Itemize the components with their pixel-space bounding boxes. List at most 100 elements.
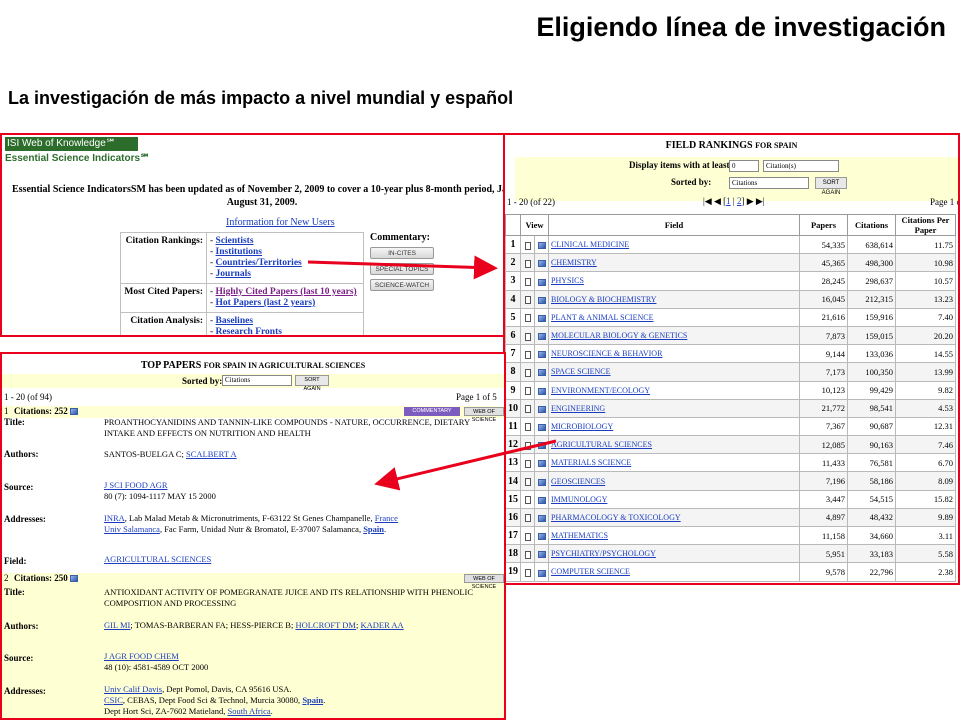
chart-icon[interactable]	[534, 271, 549, 291]
author-link[interactable]: GIL MI	[104, 620, 130, 630]
paper-1-commentary-button[interactable]: COMMENTARY	[404, 407, 460, 416]
journal-link[interactable]: J SCI FOOD AGR	[104, 480, 168, 490]
country-link[interactable]: Spain	[363, 524, 384, 534]
paper-1-wos-button[interactable]: WEB OF SCIENCE	[464, 407, 504, 423]
chart-icon[interactable]	[534, 453, 549, 473]
document-icon[interactable]	[520, 525, 535, 546]
paper-2-wos-button[interactable]: WEB OF SCIENCE	[464, 574, 504, 590]
chart-icon[interactable]	[534, 562, 549, 582]
document-icon[interactable]	[520, 453, 535, 473]
document-icon[interactable]	[520, 253, 535, 273]
document-icon[interactable]	[520, 398, 535, 418]
document-icon[interactable]	[520, 507, 535, 528]
chart-icon[interactable]	[534, 344, 549, 364]
field-link[interactable]: PHARMACOLOGY & TOXICOLOGY	[548, 507, 800, 528]
document-icon[interactable]	[520, 562, 535, 582]
next-page-icon[interactable]: ▶ ▶|	[747, 196, 765, 206]
institution-link[interactable]: CSIC	[104, 695, 123, 705]
research-fronts-link[interactable]: Research Fronts	[216, 327, 282, 335]
chart-icon[interactable]	[534, 253, 549, 273]
page-link-1[interactable]: 1	[726, 196, 731, 206]
citation-chart-icon[interactable]	[70, 408, 78, 415]
document-icon[interactable]	[520, 489, 535, 509]
journals-link[interactable]: Journals	[216, 269, 251, 279]
field-link[interactable]: CLINICAL MEDICINE	[548, 234, 800, 255]
field-link[interactable]: ENGINEERING	[548, 398, 800, 418]
chart-icon[interactable]	[534, 435, 549, 455]
document-icon[interactable]	[520, 416, 535, 437]
highly-cited-papers-link[interactable]: Highly Cited Papers (last 10 years)	[216, 287, 357, 297]
page-link-2[interactable]: 2	[737, 196, 742, 206]
min-citations-input[interactable]: 0	[729, 160, 759, 172]
field-link[interactable]: ENVIRONMENT/ECOLOGY	[548, 380, 800, 400]
field-link[interactable]: BIOLOGY & BIOCHEMISTRY	[548, 289, 800, 309]
top-sort-select[interactable]: Citations	[222, 375, 292, 386]
document-icon[interactable]	[520, 289, 535, 309]
chart-icon[interactable]	[534, 307, 549, 327]
country-link[interactable]: South Africa	[227, 706, 270, 716]
rankings-pager: 1 - 20 (of 22) |◀ ◀ [1 | 2] ▶ ▶| Page 1 …	[505, 193, 958, 213]
institutions-link[interactable]: Institutions	[216, 247, 262, 257]
author-link[interactable]: HOLCROFT DM	[295, 620, 356, 630]
scientists-link[interactable]: Scientists	[216, 236, 254, 246]
field-link[interactable]: SPACE SCIENCE	[548, 362, 800, 382]
chart-icon[interactable]	[534, 525, 549, 546]
institution-link[interactable]: Univ Salamanca	[104, 524, 160, 534]
sort-select[interactable]: Citations	[729, 177, 809, 189]
author-link[interactable]: SCALBERT A	[186, 449, 237, 459]
field-link[interactable]: GEOSCIENCES	[548, 471, 800, 491]
field-link[interactable]: COMPUTER SCIENCE	[548, 562, 800, 582]
document-icon[interactable]	[520, 344, 535, 364]
document-icon[interactable]	[520, 234, 535, 255]
chart-icon[interactable]	[534, 380, 549, 400]
field-link[interactable]: PSYCHIATRY/PSYCHOLOGY	[548, 544, 800, 564]
chart-icon[interactable]	[534, 289, 549, 309]
country-link[interactable]: Spain	[302, 695, 323, 705]
field-link[interactable]: CHEMISTRY	[548, 253, 800, 273]
document-icon[interactable]	[520, 380, 535, 400]
special-topics-button[interactable]: SPECIAL TOPICS	[370, 263, 434, 275]
institution-link[interactable]: Univ Calif Davis	[104, 684, 162, 694]
field-link[interactable]: PLANT & ANIMAL SCIENCE	[548, 307, 800, 327]
field-link[interactable]: MICROBIOLOGY	[548, 416, 800, 437]
chart-icon[interactable]	[534, 544, 549, 564]
institution-link[interactable]: INRA	[104, 513, 125, 523]
document-icon[interactable]	[520, 362, 535, 382]
field-link[interactable]: MATHEMATICS	[548, 525, 800, 546]
first-page-icon[interactable]: |◀ ◀	[703, 196, 721, 206]
document-icon[interactable]	[520, 271, 535, 291]
journal-link[interactable]: J AGR FOOD CHEM	[104, 651, 179, 661]
chart-icon[interactable]	[534, 507, 549, 528]
science-watch-button[interactable]: SCIENCE-WATCH	[370, 279, 434, 291]
document-icon[interactable]	[520, 325, 535, 346]
document-icon[interactable]	[520, 307, 535, 327]
citation-chart-icon[interactable]	[70, 575, 78, 582]
country-link[interactable]: France	[375, 513, 398, 523]
field-link[interactable]: MATERIALS SCIENCE	[548, 453, 800, 473]
in-cites-button[interactable]: IN-CITES	[370, 247, 434, 259]
chart-icon[interactable]	[534, 489, 549, 509]
chart-icon[interactable]	[534, 398, 549, 418]
chart-icon[interactable]	[534, 234, 549, 255]
countries-link[interactable]: Countries/Territories	[216, 258, 302, 268]
author-link[interactable]: KADER AA	[360, 620, 403, 630]
document-icon[interactable]	[520, 435, 535, 455]
field-link[interactable]: NEUROSCIENCE & BEHAVIOR	[548, 344, 800, 364]
chart-icon[interactable]	[534, 471, 549, 491]
chart-icon[interactable]	[534, 416, 549, 437]
sort-again-button[interactable]: SORT AGAIN	[815, 177, 847, 196]
citations-unit-select[interactable]: Citation(s)	[763, 160, 839, 172]
chart-icon[interactable]	[534, 362, 549, 382]
field-link[interactable]: PHYSICS	[548, 271, 800, 291]
field-link[interactable]: AGRICULTURAL SCIENCES	[104, 554, 211, 564]
field-link[interactable]: MOLECULAR BIOLOGY & GENETICS	[548, 325, 800, 346]
document-icon[interactable]	[520, 471, 535, 491]
hot-papers-link[interactable]: Hot Papers (last 2 years)	[216, 298, 316, 308]
new-users-info-link[interactable]: Information for New Users	[226, 217, 335, 228]
top-sort-again-button[interactable]: SORT AGAIN	[295, 375, 329, 392]
chart-icon[interactable]	[534, 325, 549, 346]
field-link[interactable]: AGRICULTURAL SCIENCES	[548, 435, 800, 455]
baselines-link[interactable]: Baselines	[216, 316, 253, 326]
field-link[interactable]: IMMUNOLOGY	[548, 489, 800, 509]
document-icon[interactable]	[520, 544, 535, 564]
